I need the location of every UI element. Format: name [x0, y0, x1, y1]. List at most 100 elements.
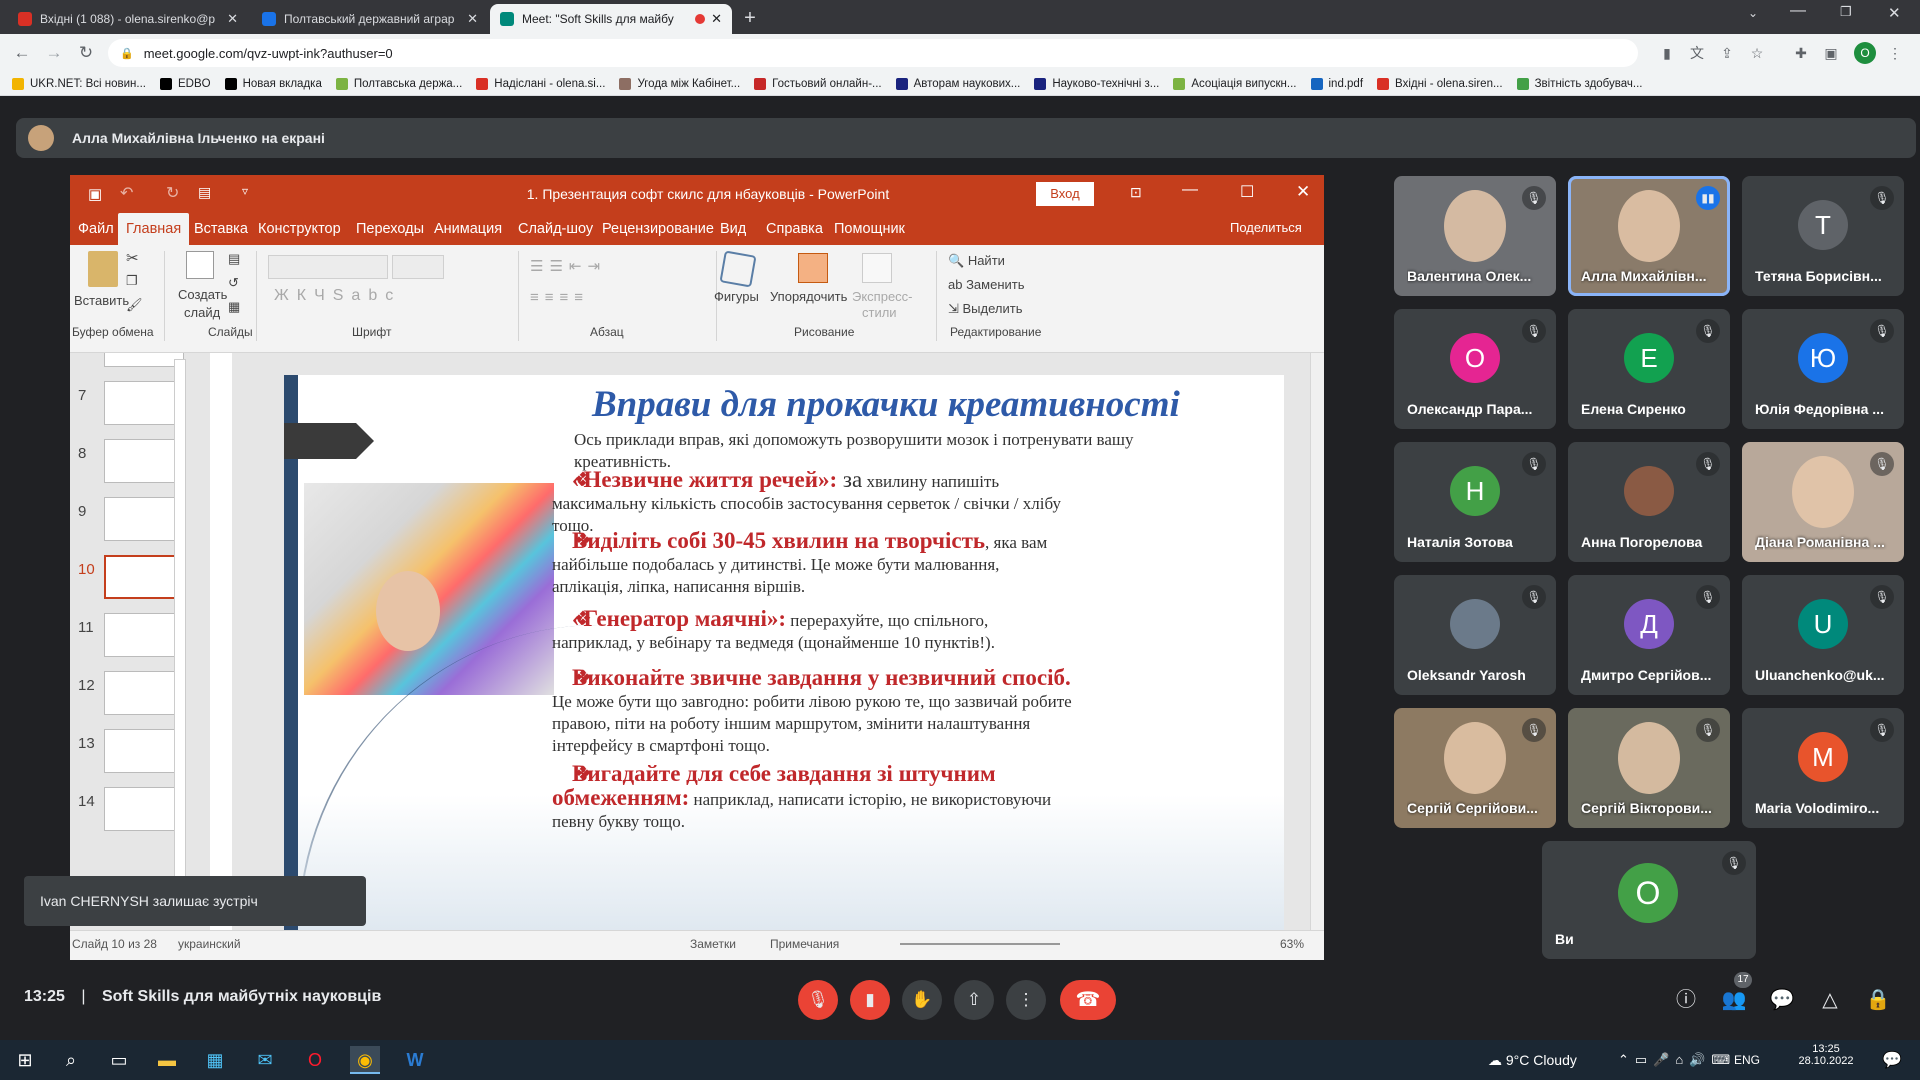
- bookmark-item[interactable]: Новая вкладка: [224, 77, 322, 90]
- participant-tile[interactable]: U 🎙 Uluanchenko@uk...: [1742, 575, 1904, 695]
- restore-window-icon[interactable]: ❐: [1840, 4, 1852, 20]
- cut-icon[interactable]: ✂: [126, 249, 139, 267]
- new-tab-button[interactable]: +: [738, 6, 762, 30]
- align-icons[interactable]: ≡≡≡≡: [530, 289, 589, 306]
- minimize-window-icon[interactable]: —: [1790, 2, 1806, 20]
- browser-tab-university[interactable]: Полтавський державний аграр ✕: [252, 4, 488, 34]
- quick-styles-label-1[interactable]: Экспресс-: [852, 289, 913, 304]
- participant-tile[interactable]: 🎙 Діана Романівна ...: [1742, 442, 1904, 562]
- bookmark-item[interactable]: ind.pdf: [1310, 77, 1363, 90]
- font-format-icons[interactable]: ЖКЧSabc: [274, 287, 401, 305]
- share-button[interactable]: Поделиться: [1230, 220, 1302, 235]
- arrange-icon[interactable]: [798, 253, 828, 283]
- tab-search-icon[interactable]: ⌄: [1748, 6, 1758, 20]
- mail-icon[interactable]: ✉: [250, 1046, 280, 1074]
- save-icon[interactable]: ▣: [88, 185, 102, 203]
- bookmark-item[interactable]: Авторам наукових...: [895, 77, 1020, 90]
- bookmark-item[interactable]: Асоціація випускн...: [1173, 77, 1297, 90]
- font-size-field[interactable]: [392, 255, 444, 279]
- bookmark-item[interactable]: Науково-технічні з...: [1034, 77, 1159, 90]
- close-tab-icon[interactable]: ✕: [711, 11, 722, 27]
- close-icon[interactable]: ✕: [1296, 182, 1310, 202]
- clock[interactable]: 13:25 28.10.2022: [1796, 1043, 1856, 1067]
- participant-tile[interactable]: 🎙 Сергій Сергійови...: [1394, 708, 1556, 828]
- people-icon[interactable]: 👥: [1718, 984, 1750, 1016]
- font-name-field[interactable]: [268, 255, 388, 279]
- windows-start-icon[interactable]: ⊞: [10, 1046, 40, 1074]
- paste-label[interactable]: Вставить: [74, 293, 129, 308]
- profile-avatar[interactable]: O: [1854, 42, 1876, 64]
- ribbon-tab[interactable]: Конструктор: [250, 213, 349, 245]
- participant-tile[interactable]: 🎙 Oleksandr Yarosh: [1394, 575, 1556, 695]
- bookmark-item[interactable]: Угода між Кабінет...: [619, 77, 740, 90]
- system-tray-icons[interactable]: ⌃▭🎤⌂🔊⌨: [1618, 1052, 1736, 1068]
- ribbon-tab[interactable]: Справка: [758, 213, 831, 245]
- minimize-icon[interactable]: —: [1182, 181, 1198, 199]
- shapes-icon[interactable]: [719, 250, 757, 288]
- reset-icon[interactable]: ↺: [228, 275, 239, 291]
- slide-thumbnail[interactable]: [104, 381, 184, 425]
- activities-icon[interactable]: △: [1814, 984, 1846, 1016]
- login-button[interactable]: Вход: [1036, 182, 1094, 206]
- paste-icon[interactable]: [88, 251, 118, 287]
- slide-thumbnail[interactable]: [104, 555, 184, 599]
- bookmark-item[interactable]: EDBO: [159, 77, 211, 90]
- input-language[interactable]: ENG: [1734, 1053, 1760, 1067]
- notifications-icon[interactable]: 💬: [1882, 1050, 1902, 1070]
- browser-tab-meet[interactable]: Meet: "Soft Skills для майбу ✕: [490, 4, 732, 34]
- maximize-icon[interactable]: ☐: [1240, 182, 1254, 202]
- thumbnails-scrollbar[interactable]: [174, 359, 186, 879]
- participant-tile[interactable]: Н 🎙 Наталія Зотова: [1394, 442, 1556, 562]
- close-tab-icon[interactable]: ✕: [227, 11, 238, 27]
- word-icon[interactable]: W: [400, 1046, 430, 1074]
- section-icon[interactable]: ▦: [228, 299, 240, 315]
- replace-button[interactable]: ab Заменить: [948, 277, 1025, 292]
- participant-tile[interactable]: Ю 🎙 Юлія Федорівна ...: [1742, 309, 1904, 429]
- reload-icon[interactable]: ↻: [74, 41, 98, 65]
- chrome-icon[interactable]: ◉: [350, 1046, 380, 1074]
- participant-tile[interactable]: T 🎙 Тетяна Борисівн...: [1742, 176, 1904, 296]
- slide-thumbnail[interactable]: [104, 787, 184, 831]
- new-slide-icon[interactable]: [186, 251, 214, 279]
- undo-icon[interactable]: ↶: [120, 183, 133, 203]
- camera-icon[interactable]: ▮: [1656, 42, 1678, 64]
- select-button[interactable]: ⇲ Выделить: [948, 301, 1023, 317]
- participant-tile[interactable]: M 🎙 Maria Volodimiro...: [1742, 708, 1904, 828]
- ribbon-tab[interactable]: Вид: [712, 213, 754, 245]
- participant-tile[interactable]: O 🎙 Олександр Пара...: [1394, 309, 1556, 429]
- present-button[interactable]: ⇧: [954, 980, 994, 1020]
- more-menu-icon[interactable]: ⋮: [1884, 42, 1906, 64]
- bookmark-item[interactable]: Звітність здобувач...: [1516, 77, 1642, 90]
- ribbon-tab[interactable]: Слайд-шоу: [510, 213, 601, 245]
- participant-tile[interactable]: 🎙 Сергій Вікторови...: [1568, 708, 1730, 828]
- redo-icon[interactable]: ↻: [166, 183, 179, 203]
- zoom-level[interactable]: 63%: [1280, 937, 1304, 951]
- bookmark-item[interactable]: Вхідні - olena.siren...: [1377, 77, 1503, 90]
- share-icon[interactable]: ⇪: [1716, 42, 1738, 64]
- comments-button[interactable]: Примечания: [770, 937, 839, 951]
- bookmark-item[interactable]: Полтавська держа...: [335, 77, 462, 90]
- file-explorer-icon[interactable]: ▬: [152, 1046, 182, 1074]
- extensions-icon[interactable]: ✚: [1790, 42, 1812, 64]
- translate-icon[interactable]: 文: [1686, 42, 1708, 64]
- participant-tile[interactable]: 🎙 Анна Погорелова: [1568, 442, 1730, 562]
- bookmark-item[interactable]: Надіслані - olena.si...: [476, 77, 605, 90]
- close-window-icon[interactable]: ✕: [1888, 4, 1901, 22]
- new-slide-label-1[interactable]: Создать: [178, 287, 227, 302]
- end-call-button[interactable]: ☎: [1060, 980, 1116, 1020]
- raise-hand-button[interactable]: ✋: [902, 980, 942, 1020]
- shapes-label[interactable]: Фигуры: [714, 289, 759, 304]
- bookmark-item[interactable]: UKR.NET: Всі новин...: [12, 77, 146, 90]
- slide-thumbnail[interactable]: [104, 497, 184, 541]
- ribbon-tab[interactable]: Помощник: [826, 213, 913, 245]
- more-options-button[interactable]: ⋮: [1006, 980, 1046, 1020]
- store-icon[interactable]: ▦: [200, 1046, 230, 1074]
- layout-icon[interactable]: ▤: [228, 251, 240, 267]
- find-button[interactable]: 🔍 Найти: [948, 253, 1005, 269]
- camera-off-button[interactable]: ▮: [850, 980, 890, 1020]
- ribbon-tab[interactable]: Переходы: [348, 213, 432, 245]
- copy-icon[interactable]: ❐: [126, 273, 138, 289]
- opera-icon[interactable]: O: [300, 1046, 330, 1074]
- slide-thumbnail[interactable]: [104, 439, 184, 483]
- slide-thumbnail[interactable]: [104, 729, 184, 773]
